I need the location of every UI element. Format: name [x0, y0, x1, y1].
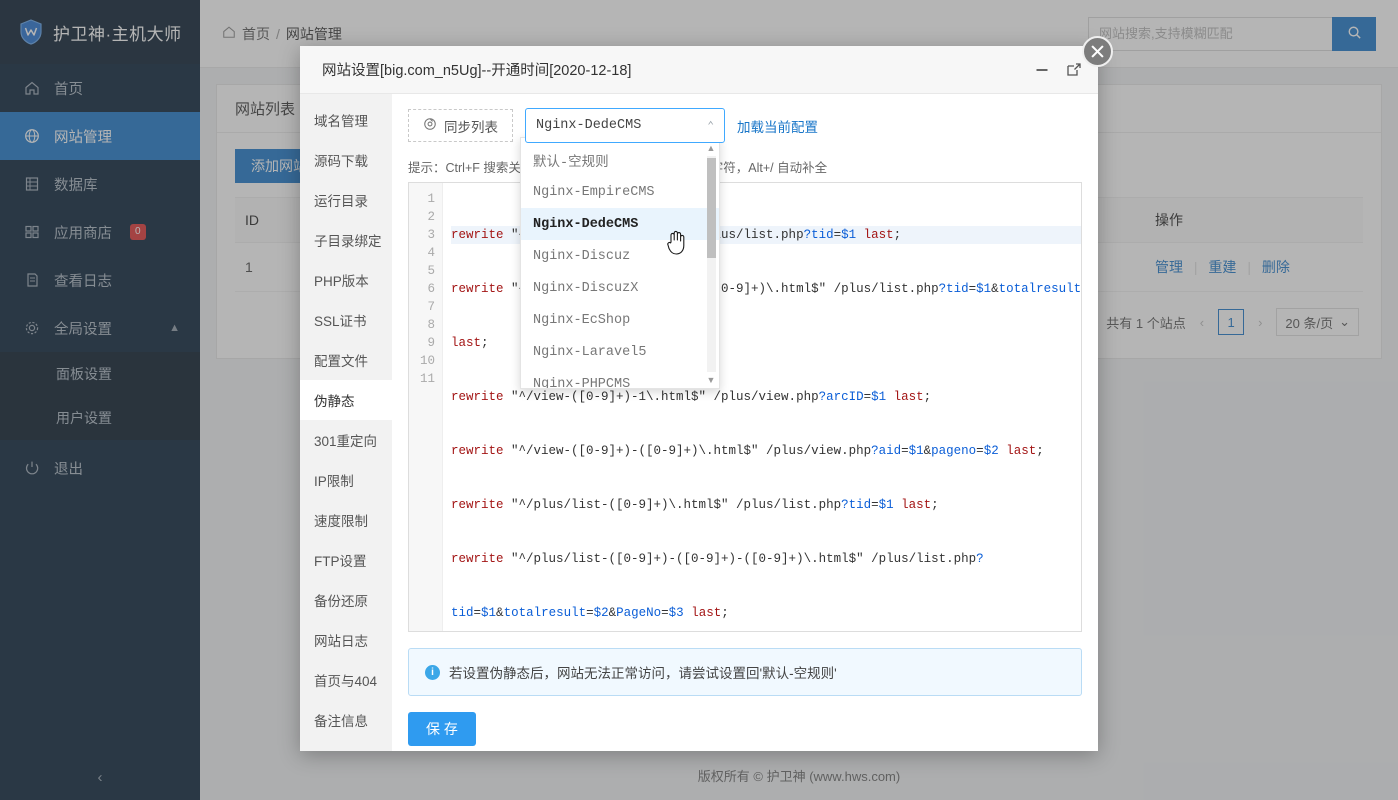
- code-line: rewrite "^/plus/list-([0-9]+)\.html$" /p…: [451, 498, 939, 512]
- sync-list-label: 同步列表: [444, 119, 498, 135]
- dlg-menu-site-logs[interactable]: 网站日志: [300, 620, 392, 660]
- dlg-menu-ftp-settings[interactable]: FTP设置: [300, 540, 392, 580]
- rewrite-notice-banner: i 若设置伪静态后，网站无法正常访问，请尝试设置回'默认-空规则': [408, 648, 1082, 696]
- dropdown-option-discuz[interactable]: Nginx-Discuz: [521, 240, 719, 272]
- dropdown-option-discuzx[interactable]: Nginx-DiscuzX: [521, 272, 719, 304]
- dialog-body: 域名管理 源码下载 运行目录 子目录绑定 PHP版本 SSL证书 配置文件 伪静…: [300, 94, 1098, 751]
- dlg-menu-remark[interactable]: 备注信息: [300, 700, 392, 740]
- code-editor[interactable]: 1 2 3 4 5 6 7 8 9 10 11 rewrite /plus/li…: [408, 182, 1082, 632]
- code-line: rewrite "^/view-([0-9]+)-1\.html$" /plus…: [451, 390, 932, 404]
- chevron-up-icon: ⌃: [707, 120, 714, 133]
- line-number: 4: [427, 246, 435, 260]
- rewrite-rule-dropdown[interactable]: 默认-空规则 Nginx-EmpireCMS Nginx-DedeCMS Ngi…: [520, 137, 720, 389]
- dialog-title: 网站设置[big.com_n5Ug]--开通时间[2020-12-18]: [322, 63, 632, 79]
- rewrite-rule-select[interactable]: Nginx-DedeCMS ⌃: [525, 108, 725, 143]
- dropdown-option-list: 默认-空规则 Nginx-EmpireCMS Nginx-DedeCMS Ngi…: [521, 138, 719, 389]
- minimize-icon[interactable]: [1034, 62, 1050, 78]
- maximize-icon[interactable]: [1066, 62, 1082, 78]
- dlg-menu-config-file[interactable]: 配置文件: [300, 340, 392, 380]
- sync-icon: [423, 117, 437, 134]
- info-icon: i: [425, 664, 440, 680]
- dlg-menu-speed-limit[interactable]: 速度限制: [300, 500, 392, 540]
- line-number: 8: [427, 318, 435, 332]
- dlg-menu-ssl-cert[interactable]: SSL证书: [300, 300, 392, 340]
- line-number: 6: [427, 282, 435, 296]
- dlg-menu-subdir-binding[interactable]: 子目录绑定: [300, 220, 392, 260]
- code-line: rewrite "^/view-([0-9]+)-([0-9]+)\.html$…: [451, 444, 1044, 458]
- save-button[interactable]: 保 存: [408, 712, 476, 746]
- scroll-down-arrow-icon[interactable]: ▼: [705, 374, 717, 386]
- dialog-window-controls: [1034, 62, 1082, 78]
- line-number: 9: [427, 336, 435, 350]
- close-dialog-button[interactable]: [1082, 36, 1113, 67]
- line-number: 1: [427, 192, 435, 206]
- editor-hint-text: 提示：Ctrl+F 搜索关键字，Ctrl+G 跳转到指定行的指定字符，Alt+/…: [408, 161, 828, 175]
- scroll-up-arrow-icon[interactable]: ▲: [705, 142, 717, 154]
- dlg-menu-php-version[interactable]: PHP版本: [300, 260, 392, 300]
- code-line: rewrite "^/plus/list-([0-9]+)-([0-9]+)-(…: [451, 552, 984, 566]
- rewrite-rule-value: Nginx-DedeCMS: [536, 118, 642, 133]
- line-number: 11: [419, 372, 435, 386]
- dlg-menu-source-download[interactable]: 源码下载: [300, 140, 392, 180]
- dropdown-option-phpcms[interactable]: Nginx-PHPCMS: [521, 368, 719, 389]
- editor-line-gutter: 1 2 3 4 5 6 7 8 9 10 11: [409, 183, 443, 631]
- dropdown-option-empirecms[interactable]: Nginx-EmpireCMS: [521, 176, 719, 208]
- dropdown-option-default[interactable]: 默认-空规则: [521, 144, 719, 176]
- dlg-menu-301-redirect[interactable]: 301重定向: [300, 420, 392, 460]
- line-number: 5: [427, 264, 435, 278]
- dialog-title-bar[interactable]: 网站设置[big.com_n5Ug]--开通时间[2020-12-18]: [300, 46, 1098, 94]
- dialog-main-panel: 同步列表 Nginx-DedeCMS ⌃ 加载当前配置 提示：Ctrl+F 搜索…: [392, 94, 1098, 751]
- dlg-menu-index-404[interactable]: 首页与404: [300, 660, 392, 700]
- dlg-menu-backup-restore[interactable]: 备份还原: [300, 580, 392, 620]
- notice-text: 若设置伪静态后，网站无法正常访问，请尝试设置回'默认-空规则': [449, 666, 837, 681]
- dropdown-option-laravel5[interactable]: Nginx-Laravel5: [521, 336, 719, 368]
- scrollbar-thumb[interactable]: [707, 158, 716, 258]
- dlg-menu-domain[interactable]: 域名管理: [300, 100, 392, 140]
- dropdown-option-ecshop[interactable]: Nginx-EcShop: [521, 304, 719, 336]
- load-current-config-link[interactable]: 加载当前配置: [737, 116, 818, 136]
- dialog-side-menu: 域名管理 源码下载 运行目录 子目录绑定 PHP版本 SSL证书 配置文件 伪静…: [300, 94, 392, 751]
- dropdown-scrollbar[interactable]: ▲ ▼: [705, 142, 717, 386]
- line-number: 7: [427, 300, 435, 314]
- line-number: 3: [427, 228, 435, 242]
- sync-list-button[interactable]: 同步列表: [408, 109, 513, 142]
- code-line: tid=$1&totalresult=$2&PageNo=$3 last;: [451, 606, 729, 620]
- line-number: 2: [427, 210, 435, 224]
- dlg-menu-ip-limit[interactable]: IP限制: [300, 460, 392, 500]
- line-number: 10: [419, 354, 435, 368]
- dropdown-option-dedecms[interactable]: Nginx-DedeCMS: [521, 208, 719, 240]
- website-settings-dialog: 网站设置[big.com_n5Ug]--开通时间[2020-12-18] 域名管…: [300, 46, 1098, 751]
- dlg-menu-rewrite[interactable]: 伪静态: [300, 380, 392, 420]
- dlg-menu-run-directory[interactable]: 运行目录: [300, 180, 392, 220]
- rewrite-toolbar: 同步列表 Nginx-DedeCMS ⌃ 加载当前配置: [408, 108, 1082, 143]
